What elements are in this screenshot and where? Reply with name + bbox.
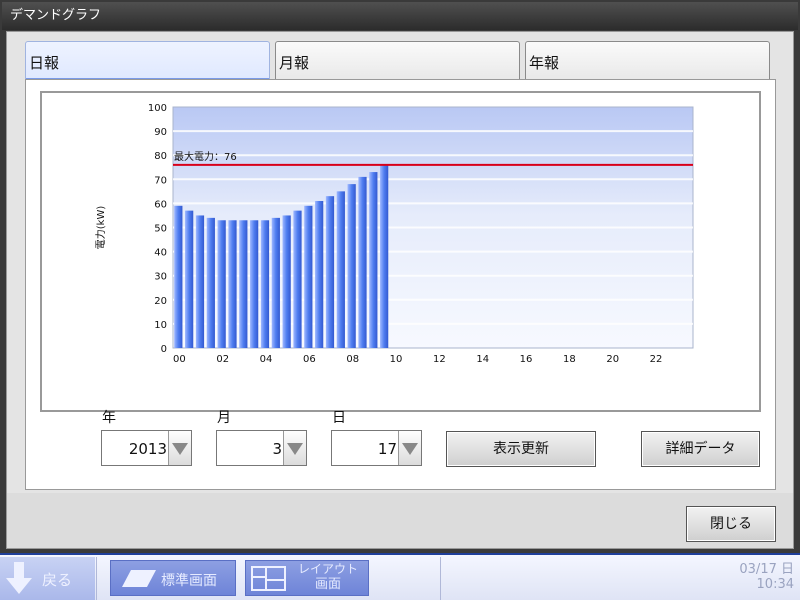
tab-yearly[interactable]: 年報 [525, 41, 770, 81]
day-dropdown-arrow-icon[interactable] [398, 431, 421, 465]
bar [358, 176, 367, 348]
clock-date: 03/17 日 [739, 562, 794, 577]
layout-screen-button[interactable]: レイアウト 画面 [245, 560, 369, 596]
x-tick-label: 10 [390, 354, 403, 365]
year-label: 年 [102, 410, 116, 426]
back-arrow-icon [6, 562, 32, 594]
taskbar-divider [440, 557, 441, 600]
bar [228, 220, 237, 348]
refresh-button[interactable]: 表示更新 [446, 431, 596, 467]
taskbar-divider [96, 557, 97, 600]
clock: 03/17 日 10:34 [739, 562, 794, 592]
bar [271, 217, 280, 348]
bar [282, 215, 291, 348]
y-tick-label: 10 [154, 320, 167, 331]
bar [206, 217, 215, 348]
dialog-footer: 閉じる [7, 493, 793, 548]
bar [174, 205, 183, 348]
layout-icon [251, 566, 286, 591]
bar [304, 205, 313, 348]
month-dropdown-arrow-icon[interactable] [283, 431, 306, 465]
year-select[interactable]: 2013 [101, 430, 192, 466]
year-value: 2013 [128, 440, 167, 458]
back-button[interactable]: 戻る [0, 557, 95, 600]
x-tick-label: 02 [216, 354, 229, 365]
detail-data-button[interactable]: 詳細データ [641, 431, 760, 467]
graph-frame: 電力(kW) 最大電力：76 0 10 20 30 40 50 60 70 80 90 100 00… [40, 91, 761, 412]
x-tick-label: 08 [346, 354, 359, 365]
window-client-area: 日報 月報 年報 電力(kW) 最大電力：76 0 10 20 30 40 50… [6, 31, 794, 549]
month-value: 3 [272, 440, 282, 458]
tab-daily[interactable]: 日報 [25, 41, 270, 81]
y-tick-label: 30 [154, 272, 167, 283]
layout-label-line1: レイアウト [297, 562, 358, 576]
bar [347, 184, 356, 348]
standard-screen-label: 標準画面 [161, 573, 217, 589]
bar [185, 210, 194, 348]
y-tick-label: 50 [154, 224, 167, 235]
x-tick-label: 22 [650, 354, 663, 365]
x-tick-label: 16 [520, 354, 533, 365]
tab-panel: 電力(kW) 最大電力：76 0 10 20 30 40 50 60 70 80 90 100 00… [25, 79, 776, 490]
year-dropdown-arrow-icon[interactable] [168, 431, 191, 465]
y-tick-label: 100 [148, 103, 167, 114]
bar [250, 220, 259, 348]
bar [315, 200, 324, 348]
bar [293, 210, 302, 348]
x-tick-label: 14 [476, 354, 489, 365]
y-tick-label: 40 [154, 248, 167, 259]
x-tick-label: 20 [606, 354, 619, 365]
month-label: 月 [217, 410, 231, 426]
layout-label-line2: 画面 [314, 577, 341, 592]
x-tick-label: 18 [563, 354, 576, 365]
y-axis-label: 電力(kW) [94, 206, 107, 250]
bar [325, 196, 335, 348]
max-demand-label: 最大電力：76 [174, 150, 237, 163]
x-tick-label: 12 [433, 354, 446, 365]
x-tick-label: 00 [173, 354, 186, 365]
day-value: 17 [377, 440, 397, 458]
standard-screen-icon [122, 570, 156, 587]
bar [380, 164, 389, 348]
month-select[interactable]: 3 [216, 430, 307, 466]
day-label: 日 [332, 410, 346, 426]
day-select[interactable]: 17 [331, 430, 422, 466]
window-title: デマンドグラフ [2, 2, 798, 30]
taskbar: 戻る 標準画面 レイアウト 画面 03/17 日 10:34 [0, 553, 800, 600]
demand-graph-window: デマンドグラフ 日報 月報 年報 電力(kW) 最大電力：76 0 10 20 … [0, 0, 800, 553]
bar [217, 220, 226, 348]
clock-time: 10:34 [756, 577, 794, 592]
tab-monthly[interactable]: 月報 [275, 41, 520, 81]
bar [195, 215, 205, 348]
bar [239, 220, 248, 348]
y-tick-label: 90 [154, 127, 167, 138]
back-label: 戻る [42, 571, 73, 589]
bar [336, 191, 345, 348]
standard-screen-button[interactable]: 標準画面 [110, 560, 236, 596]
bar [369, 172, 378, 348]
y-tick-label: 80 [154, 151, 167, 162]
close-button[interactable]: 閉じる [686, 506, 776, 542]
x-tick-label: 04 [260, 354, 273, 365]
y-tick-label: 70 [154, 175, 167, 186]
y-tick-label: 0 [161, 344, 167, 355]
x-tick-label: 06 [303, 354, 316, 365]
y-tick-label: 20 [154, 296, 167, 307]
demand-chart: 電力(kW) 最大電力：76 0 10 20 30 40 50 60 70 80 90 100 00… [94, 103, 694, 365]
bar [260, 220, 270, 348]
y-tick-label: 60 [154, 199, 167, 210]
